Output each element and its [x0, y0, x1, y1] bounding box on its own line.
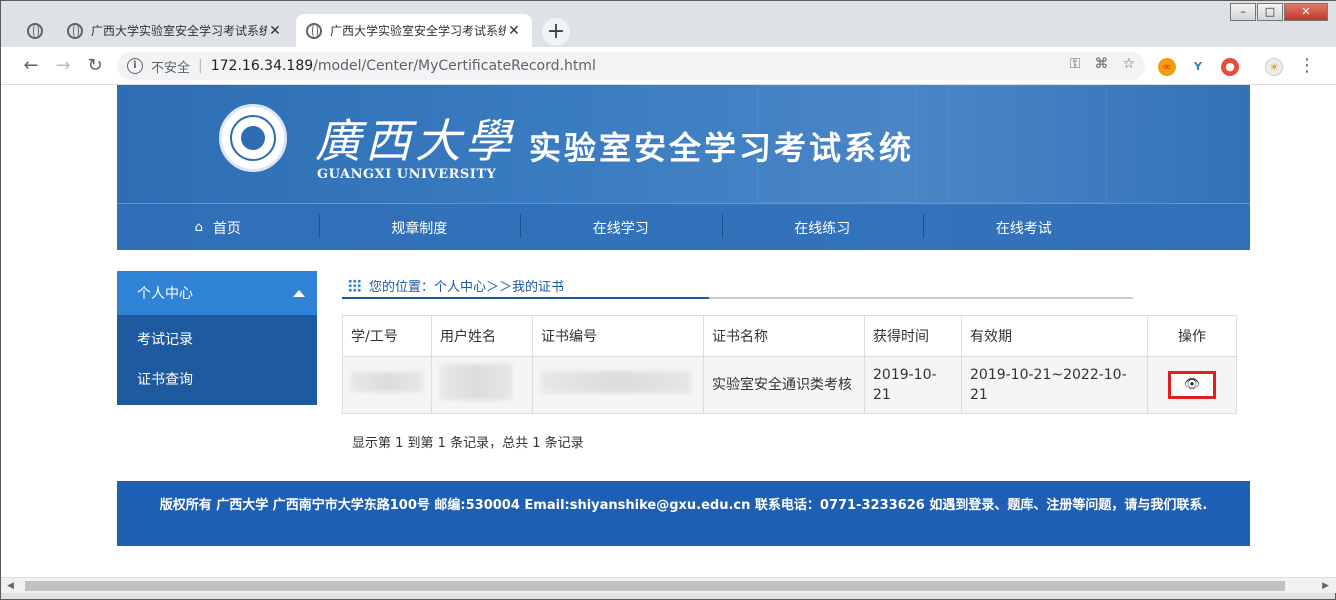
sidebar-header-label: 个人中心 [137, 286, 193, 302]
sidebar-header[interactable]: 个人中心 [117, 271, 317, 315]
tab-1[interactable]: 广西大学实验室安全学习考试系统 ✕ [57, 14, 293, 47]
close-icon[interactable]: ✕ [267, 23, 283, 39]
tab-title: 广西大学实验室安全学习考试系统 [330, 24, 506, 38]
cell-validity: 2019-10-21~2022-10-21 [961, 356, 1148, 414]
sidebar: 个人中心 考试记录 证书查询 [117, 271, 317, 405]
breadcrumb: 您的位置：个人中心＞＞我的证书 [342, 273, 1133, 299]
tab-collapsed[interactable] [15, 14, 55, 47]
separator: | [198, 58, 203, 74]
tab-strip: 广西大学实验室安全学习考试系统 ✕ 广西大学实验室安全学习考试系统 ✕ + – … [1, 1, 1336, 47]
nav-online-learning[interactable]: 在线学习 [520, 204, 722, 250]
breadcrumb-text: 您的位置：个人中心＞＞我的证书 [369, 279, 565, 295]
globe-icon [67, 22, 83, 39]
sidebar-item-certificate-query[interactable]: 证书查询 [117, 359, 317, 399]
close-window-button[interactable]: ✕ [1284, 3, 1328, 21]
globe-icon [27, 22, 43, 39]
table-header-row: 学/工号 用户姓名 证书编号 证书名称 获得时间 有效期 操作 [342, 315, 1237, 357]
eye-icon: 👁 [1183, 377, 1201, 392]
scrollbar-thumb[interactable] [25, 581, 1285, 591]
caret-up-icon [293, 290, 305, 297]
star-icon[interactable]: ☆ [1122, 56, 1135, 72]
system-title: 实验室安全学习考试系统 [529, 129, 915, 167]
translate-icon[interactable]: ⌘ [1094, 56, 1108, 72]
minimize-button[interactable]: – [1230, 3, 1256, 21]
profile-avatar[interactable]: ☀ [1265, 58, 1283, 76]
nav-home-label: 首页 [212, 220, 241, 237]
main-nav: ⌂ 首页 规章制度 在线学习 在线练习 在线考试 [117, 203, 1250, 250]
tab-2-active[interactable]: 广西大学实验室安全学习考试系统 ✕ [296, 14, 532, 47]
window-controls: – □ ✕ [1229, 3, 1328, 23]
sidebar-item-exam-records[interactable]: 考试记录 [117, 319, 317, 359]
close-icon[interactable]: ✕ [506, 23, 522, 39]
col-cert-name: 证书名称 [703, 315, 865, 357]
grid-icon [348, 278, 361, 292]
page-viewport: 廣西大學 GUANGXI UNIVERSITY 实验室安全学习考试系统 ⌂ 首页… [1, 85, 1336, 577]
scroll-right-arrow[interactable]: ▶ [1322, 581, 1329, 591]
menu-icon[interactable]: ⋮ [1295, 54, 1319, 78]
nav-regulations[interactable]: 规章制度 [318, 204, 521, 250]
brand-name-en: GUANGXI UNIVERSITY [317, 167, 497, 182]
cell-obtained-time: 2019-10-21 [864, 356, 962, 414]
url-host: 172.16.34.189 [210, 58, 314, 74]
home-icon: ⌂ [194, 220, 203, 235]
new-tab-button[interactable]: + [542, 18, 570, 46]
url-path: /model/Center/MyCertificateRecord.html [313, 58, 596, 74]
browser-toolbar: ← → ↻ i 不安全 | 172.16.34.189/model/Center… [1, 47, 1336, 85]
cell-operation: 👁 [1147, 356, 1237, 414]
browser-window: 广西大学实验室安全学习考试系统 ✕ 广西大学实验室安全学习考试系统 ✕ + – … [0, 0, 1336, 600]
col-id: 学/工号 [342, 315, 432, 357]
table-row: 实验室安全通识类考核 2019-10-21 2019-10-21~2022-10… [342, 356, 1237, 414]
cell-name-redacted [431, 356, 533, 414]
nav-online-practice[interactable]: 在线练习 [721, 204, 924, 250]
reload-button[interactable]: ↻ [83, 54, 107, 78]
col-validity: 有效期 [961, 315, 1148, 357]
security-label: 不安全 [151, 60, 191, 76]
nav-online-exam[interactable]: 在线考试 [923, 204, 1125, 250]
address-bar[interactable]: i 不安全 | 172.16.34.189/model/Center/MyCer… [117, 52, 1145, 80]
university-seal-logo [219, 104, 287, 172]
cell-id-redacted [342, 356, 432, 414]
maximize-button[interactable]: □ [1257, 3, 1283, 21]
site-footer: 版权所有 广西大学 广西南宁市大学东路100号 邮编:530004 Email:… [117, 481, 1250, 546]
info-icon[interactable]: i [127, 58, 143, 74]
pagination-info: 显示第 1 到第 1 条记录，总共 1 条记录 [352, 436, 584, 451]
site-banner: 廣西大學 GUANGXI UNIVERSITY 实验室安全学习考试系统 ⌂ 首页… [117, 85, 1250, 250]
col-cert-number: 证书编号 [532, 315, 704, 357]
cell-cert-name: 实验室安全通识类考核 [703, 356, 865, 414]
tab-title: 广西大学实验室安全学习考试系统 [91, 24, 267, 38]
col-obtained-time: 获得时间 [864, 315, 962, 357]
nav-home[interactable]: ⌂ 首页 [117, 204, 319, 250]
extension-y-icon[interactable]: Y [1189, 58, 1207, 76]
col-user-name: 用户姓名 [431, 315, 533, 357]
cell-cert-number-redacted [532, 356, 704, 414]
sidebar-submenu: 考试记录 证书查询 [117, 315, 317, 405]
back-button[interactable]: ← [19, 54, 43, 78]
scroll-left-arrow[interactable]: ◀ [7, 581, 14, 591]
banner-decoration [947, 85, 1107, 203]
certificate-table: 学/工号 用户姓名 证书编号 证书名称 获得时间 有效期 操作 实验室安全通识类… [342, 315, 1237, 414]
extension-red-icon[interactable]: ● [1221, 58, 1239, 76]
col-operation: 操作 [1147, 315, 1237, 357]
horizontal-scrollbar[interactable]: ◀ ▶ [1, 577, 1336, 593]
view-certificate-button[interactable]: 👁 [1168, 371, 1216, 399]
omnibox-icons: ⚿ ⌘ ☆ [1070, 56, 1135, 72]
forward-button[interactable]: → [51, 54, 75, 78]
brand-name-cn: 廣西大學 [315, 114, 515, 168]
extension-infinity-icon[interactable]: ∞ [1158, 58, 1176, 76]
key-icon[interactable]: ⚿ [1070, 56, 1081, 72]
globe-icon [306, 22, 322, 39]
